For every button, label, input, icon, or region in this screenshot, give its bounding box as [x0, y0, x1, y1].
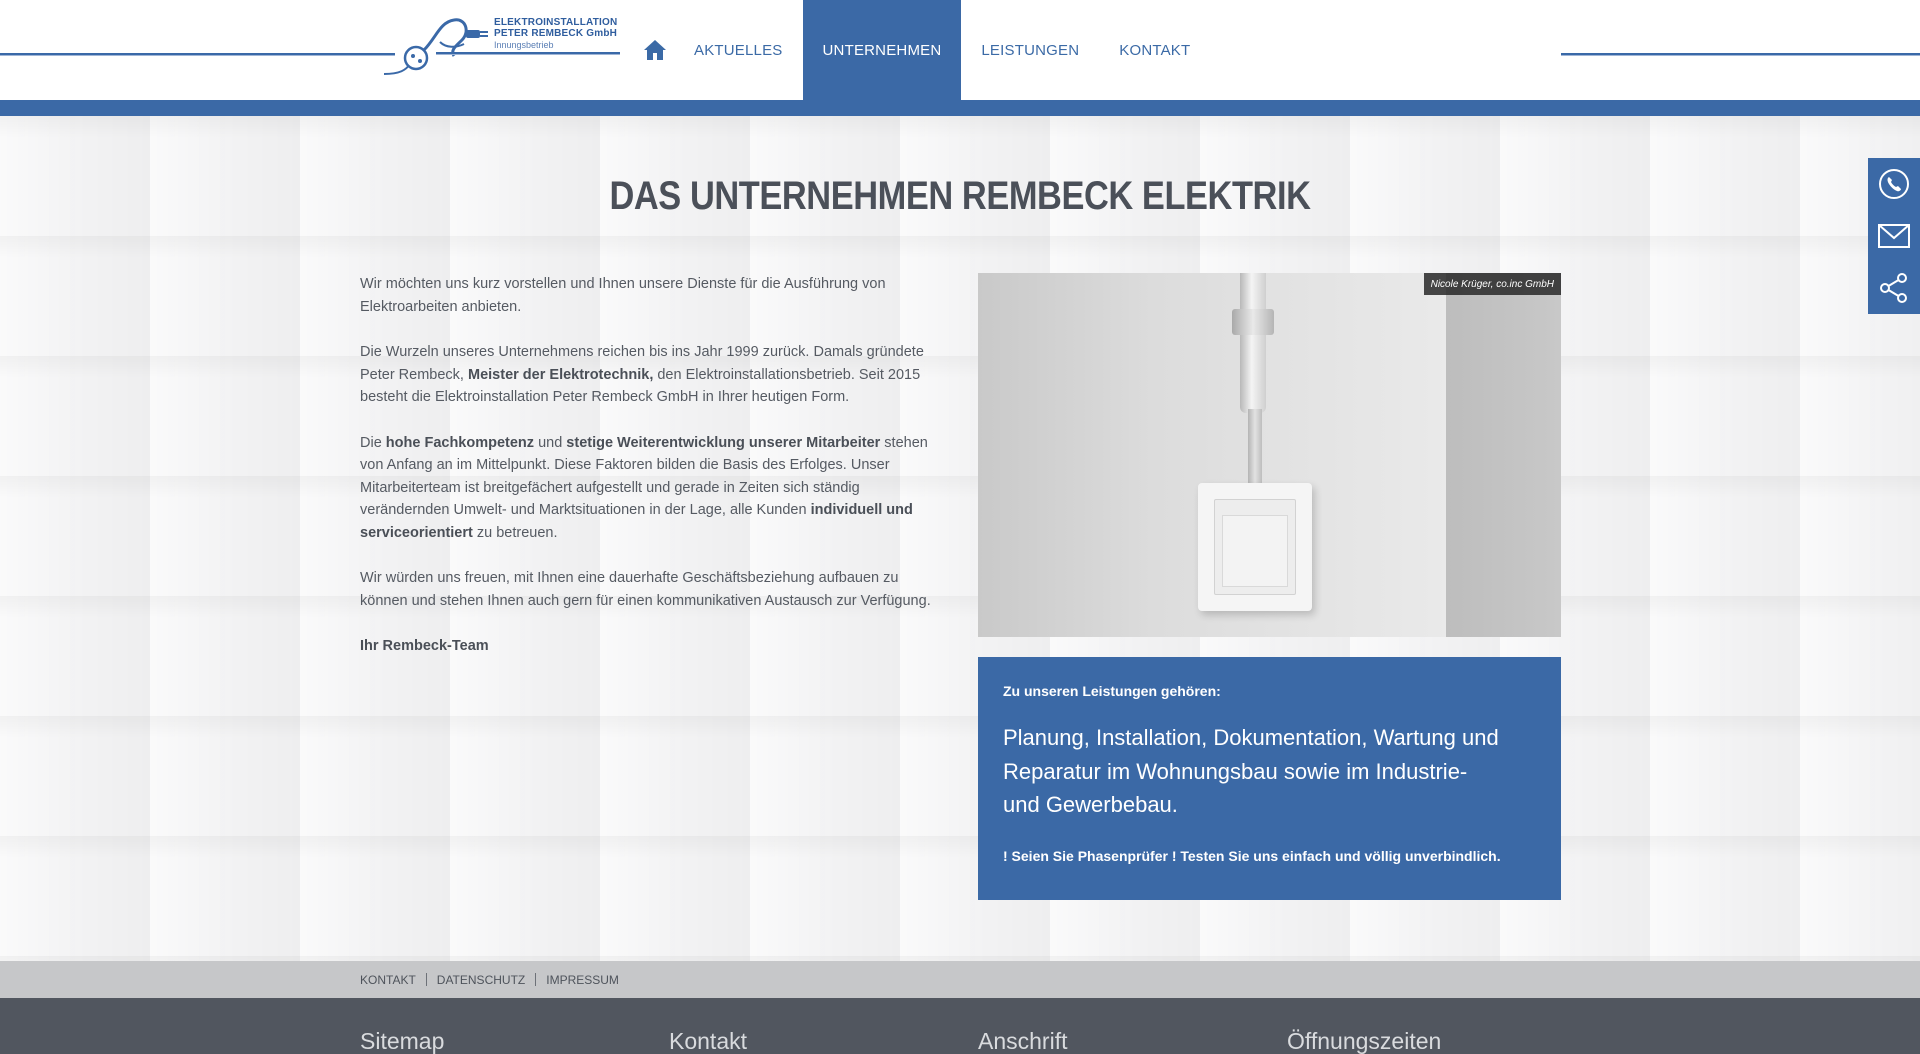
phone-icon	[1879, 169, 1909, 199]
logo-line-3: Innungsbetrieb	[494, 40, 554, 50]
footer-link-kontakt[interactable]: KONTAKT	[360, 973, 416, 987]
company-logo[interactable]: ELEKTROINSTALLATION PETER REMBECK GmbH I…	[380, 12, 620, 88]
footer-main: Sitemap Kontakt Anschrift Öffnungszeiten	[0, 998, 1920, 1054]
signature: Ihr Rembeck-Team	[360, 638, 489, 654]
footer-link-separator	[425, 973, 427, 986]
paragraph-intro: Wir möchten uns kurz vorstellen und Ihne…	[360, 276, 886, 315]
info-box-services: Planung, Installation, Dokumentation, Wa…	[1003, 725, 1499, 817]
photo-switch-inner	[1222, 515, 1288, 587]
header-rule-right	[1561, 53, 1920, 56]
footer-heading-anschrift: Anschrift	[978, 1028, 1068, 1054]
photo-credit: Nicole Krüger, co.inc GmbH	[1423, 273, 1561, 295]
site-header: ELEKTROINSTALLATION PETER REMBECK GmbH I…	[0, 0, 1920, 100]
side-mail-button[interactable]	[1868, 210, 1920, 262]
footer-heading-oeffnungszeiten: Öffnungszeiten	[1287, 1028, 1442, 1054]
logo-line-2: PETER REMBECK GmbH	[494, 28, 618, 39]
nav-home[interactable]	[636, 0, 674, 100]
logo-line-1: ELEKTROINSTALLATION	[494, 17, 618, 28]
company-photo: Nicole Krüger, co.inc GmbH	[978, 273, 1561, 637]
photo-cable	[1248, 409, 1262, 491]
mail-icon	[1878, 224, 1910, 248]
nav-item-leistungen[interactable]: LEISTUNGEN	[961, 0, 1099, 100]
footer-link-datenschutz[interactable]: DATENSCHUTZ	[437, 973, 525, 987]
page-title: DAS UNTERNEHMEN REMBECK ELEKTRIK	[609, 174, 1311, 218]
header-rule-left	[0, 53, 395, 56]
paragraph-competence: Die hohe Fachkompetenz und stetige Weite…	[360, 434, 928, 541]
paragraph-closing: Wir würden uns freuen, mit Ihnen eine da…	[360, 570, 931, 609]
side-contact-bar	[1868, 158, 1920, 314]
nav-item-kontakt[interactable]: KONTAKT	[1099, 0, 1210, 100]
footer-heading-sitemap: Sitemap	[360, 1028, 445, 1054]
intro-text: Wir möchten uns kurz vorstellen und Ihne…	[360, 273, 945, 681]
footer-link-bar: KONTAKT DATENSCHUTZ IMPRESSUM	[0, 961, 1920, 998]
nav-item-aktuelles[interactable]: AKTUELLES	[674, 0, 803, 100]
paragraph-history: Die Wurzeln unseres Unternehmens reichen…	[360, 344, 924, 405]
services-info-box: Zu unseren Leistungen gehören: Planung, …	[978, 657, 1561, 900]
side-share-button[interactable]	[1868, 262, 1920, 314]
info-box-heading: Zu unseren Leistungen gehören:	[1003, 683, 1221, 699]
photo-conduit-clip	[1232, 309, 1274, 335]
logo-underline	[436, 52, 620, 55]
header-blue-band	[0, 100, 1920, 116]
info-box-cta: ! Seien Sie Phasenprüfer ! Testen Sie un…	[1003, 847, 1501, 864]
footer-link-separator	[535, 973, 537, 986]
nav-item-unternehmen[interactable]: UNTERNEHMEN	[802, 0, 962, 100]
main-nav: AKTUELLES UNTERNEHMEN LEISTUNGEN KONTAKT	[636, 0, 1210, 100]
share-icon	[1880, 273, 1907, 303]
footer-heading-kontakt: Kontakt	[669, 1028, 747, 1054]
home-icon	[644, 40, 666, 60]
plug-logo-icon	[383, 18, 488, 75]
side-phone-button[interactable]	[1868, 158, 1920, 210]
photo-conduit	[1240, 273, 1266, 413]
footer-link-impressum[interactable]: IMPRESSUM	[546, 973, 619, 987]
tiled-background	[0, 116, 1920, 961]
photo-wall-panel	[1446, 273, 1561, 637]
